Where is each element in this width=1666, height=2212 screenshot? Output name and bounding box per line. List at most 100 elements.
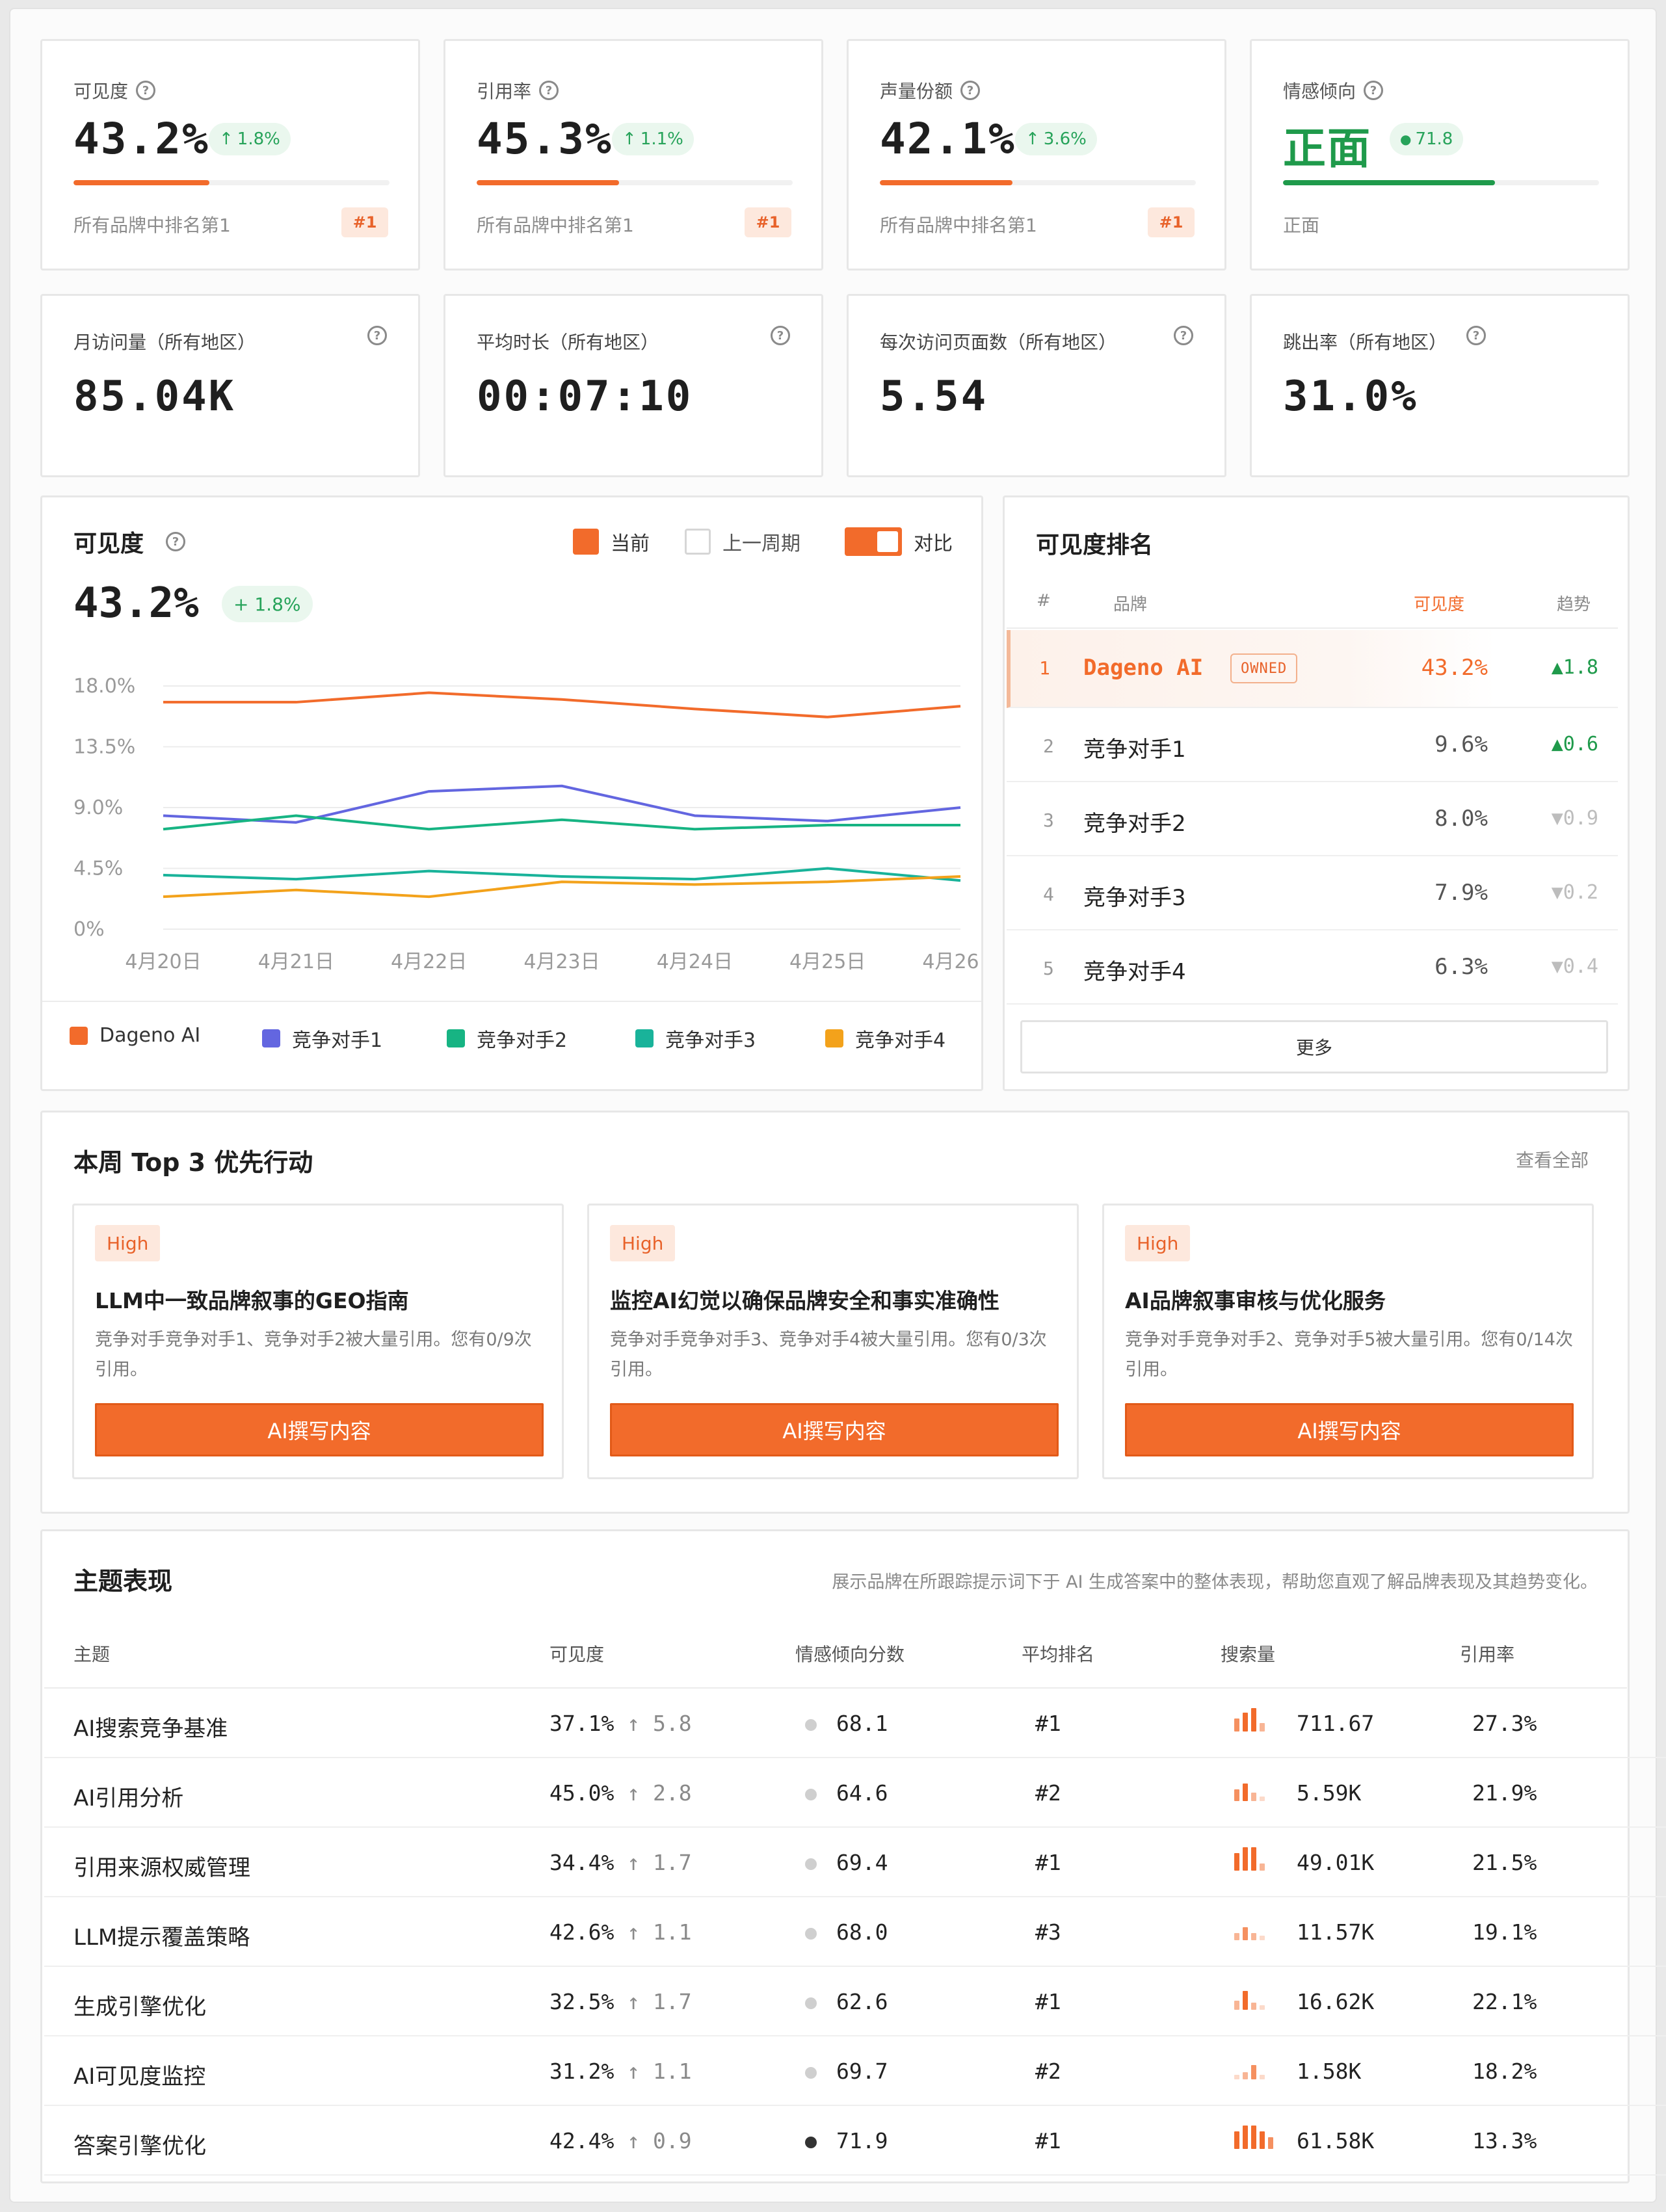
help-icon[interactable]: ? bbox=[1174, 326, 1193, 345]
table-row[interactable]: AI引用分析 45.0% ↑ 2.8 64.6 #2 5.59K 21.9% bbox=[44, 1758, 1666, 1828]
toggle-compare[interactable]: 对比 bbox=[845, 527, 953, 556]
legend-item[interactable]: 竞争对手4 bbox=[825, 1024, 945, 1053]
help-icon[interactable]: ? bbox=[166, 532, 186, 551]
rank-number: 4 bbox=[1043, 884, 1054, 905]
action-card: High 监控AI幻觉以确保品牌安全和事实准确性 竞争对手竞争对手3、竞争对手4… bbox=[587, 1204, 1079, 1479]
search-volume-bars-icon bbox=[1234, 1917, 1265, 1940]
volume-bar bbox=[1243, 1847, 1248, 1871]
legend-item[interactable]: Dageno AI bbox=[70, 1024, 200, 1047]
help-icon[interactable]: ? bbox=[960, 81, 981, 100]
topic-name: LLM提示覆盖策略 bbox=[73, 1925, 250, 1951]
table-row[interactable]: LLM提示覆盖策略 42.6% ↑ 1.1 68.0 #3 11.57K 19.1% bbox=[44, 1897, 1666, 1967]
volume-bar bbox=[1260, 2131, 1265, 2149]
col-avg-rank[interactable]: 平均排名 bbox=[1022, 1640, 1094, 1666]
topic-search-volume: 5.59K bbox=[1297, 1780, 1362, 1806]
volume-bar bbox=[1260, 1797, 1265, 1801]
legend-item[interactable]: 竞争对手2 bbox=[447, 1024, 567, 1053]
legend-swatch bbox=[262, 1029, 280, 1047]
brand-visibility: 9.6% bbox=[1435, 731, 1488, 757]
topic-name: 生成引擎优化 bbox=[73, 1994, 206, 2020]
arrow-up-icon: ↑ bbox=[627, 2128, 641, 2153]
topic-search-volume: 16.62K bbox=[1297, 1989, 1375, 2014]
topic-name: AI引用分析 bbox=[73, 1785, 184, 1811]
help-icon[interactable]: ? bbox=[1364, 81, 1384, 100]
brand-name: 竞争对手2 bbox=[1083, 811, 1186, 837]
kpi-delta-badge: ↑ 1.8% bbox=[209, 123, 291, 155]
help-icon[interactable]: ? bbox=[1466, 326, 1486, 345]
x-tick-label: 4月22日 bbox=[391, 951, 467, 973]
ai-write-content-button[interactable]: AI撰写内容 bbox=[95, 1403, 544, 1456]
col-visibility[interactable]: 可见度 bbox=[549, 1640, 604, 1666]
arrow-up-icon: ↑ bbox=[627, 1850, 641, 1875]
toggle-current[interactable]: 当前 bbox=[573, 527, 650, 556]
brand-name: Dageno AI bbox=[1083, 655, 1204, 681]
help-icon[interactable]: ? bbox=[771, 326, 790, 345]
brand-name: 竞争对手1 bbox=[1083, 737, 1186, 763]
topic-sentiment: 69.4 bbox=[805, 1850, 888, 1875]
search-volume-bars-icon bbox=[1234, 2056, 1265, 2079]
kpi-progress-bar bbox=[73, 180, 390, 185]
owned-badge: OWNED bbox=[1230, 653, 1298, 683]
series-line-3[interactable] bbox=[163, 867, 961, 882]
brand-visibility: 7.9% bbox=[1435, 880, 1488, 906]
kpi-label: 引用率? bbox=[477, 77, 559, 103]
kpi-footnote: 所有品牌中排名第1 bbox=[477, 215, 634, 236]
ranking-row[interactable]: 5 竞争对手4 6.3% ▼0.4 bbox=[1007, 932, 1618, 1005]
table-row[interactable]: AI可见度监控 31.2% ↑ 1.1 69.7 #2 1.58K 18.2% bbox=[44, 2036, 1666, 2106]
sentiment-dot-icon bbox=[805, 2066, 817, 2079]
action-description: 竞争对手竞争对手2、竞争对手5被大量引用。您有0/14次引用。 bbox=[1125, 1330, 1573, 1380]
ai-write-content-button[interactable]: AI撰写内容 bbox=[1125, 1403, 1574, 1456]
ai-write-content-button[interactable]: AI撰写内容 bbox=[610, 1403, 1059, 1456]
volume-bar bbox=[1260, 2005, 1265, 2010]
toggle-previous-period[interactable]: 上一周期 bbox=[685, 527, 800, 556]
table-row[interactable]: AI搜索竞争基准 37.1% ↑ 5.8 68.1 #1 711.67 27.3% bbox=[44, 1689, 1666, 1758]
ranking-row[interactable]: 4 竞争对手3 7.9% ▼0.2 bbox=[1007, 858, 1618, 930]
legend-item[interactable]: 竞争对手1 bbox=[262, 1024, 382, 1053]
col-sentiment[interactable]: 情感倾向分数 bbox=[795, 1640, 905, 1666]
view-all-link[interactable]: 查看全部 bbox=[1516, 1146, 1589, 1172]
x-tick-label: 4月26日 bbox=[922, 951, 979, 973]
topic-search-volume: 1.58K bbox=[1297, 2059, 1362, 2084]
legend-item[interactable]: 竞争对手3 bbox=[635, 1024, 756, 1053]
ranking-header: # 品牌 可见度 趋势 bbox=[1007, 575, 1618, 629]
topic-visibility: 31.2% ↑ 1.1 bbox=[549, 2059, 692, 2084]
table-row[interactable]: 生成引擎优化 32.5% ↑ 1.7 62.6 #1 16.62K 22.1% bbox=[44, 1967, 1666, 2036]
metric-card-bounce-rate: 跳出率（所有地区） ? 31.0% bbox=[1250, 294, 1630, 477]
ranking-row[interactable]: 2 竞争对手1 9.6% ▲0.6 bbox=[1007, 709, 1618, 782]
topic-name: AI搜索竞争基准 bbox=[73, 1716, 228, 1742]
help-icon[interactable]: ? bbox=[367, 326, 387, 345]
search-volume-bars-icon bbox=[1234, 1847, 1265, 1871]
help-icon[interactable]: ? bbox=[539, 81, 559, 100]
topic-sentiment: 71.9 bbox=[805, 2128, 888, 2153]
series-legend: Dageno AI 竞争对手1 竞争对手2 竞争对手3 竞争对手4 bbox=[70, 1024, 967, 1063]
kpi-progress-bar bbox=[477, 180, 793, 185]
help-icon[interactable]: ? bbox=[136, 81, 156, 100]
col-visibility[interactable]: 可见度 bbox=[1414, 591, 1464, 615]
action-card: High AI品牌叙事审核与优化服务 竞争对手竞争对手2、竞争对手5被大量引用。… bbox=[1102, 1204, 1594, 1479]
y-tick-label: 4.5% bbox=[73, 858, 123, 880]
topic-visibility: 32.5% ↑ 1.7 bbox=[549, 1989, 692, 2014]
kpi-delta-badge: ↑ 3.6% bbox=[1015, 123, 1097, 155]
sentiment-dot-icon bbox=[805, 1718, 817, 1731]
series-line-0[interactable] bbox=[163, 691, 961, 718]
brand-visibility: 6.3% bbox=[1435, 954, 1488, 980]
ranking-row[interactable]: 3 竞争对手2 8.0% ▼0.9 bbox=[1007, 783, 1618, 856]
kpi-value: 43.2% bbox=[73, 114, 209, 164]
table-row[interactable]: 引用来源权威管理 34.4% ↑ 1.7 69.4 #1 49.01K 21.5% bbox=[44, 1828, 1666, 1897]
brand-trend: ▲1.8 bbox=[1551, 656, 1598, 679]
col-citation-rate[interactable]: 引用率 bbox=[1460, 1640, 1514, 1666]
ranking-row-owned[interactable]: 1 Dageno AI OWNED 43.2% ▲1.8 bbox=[1007, 630, 1618, 708]
volume-bar bbox=[1268, 2137, 1273, 2149]
sentiment-dot-icon bbox=[805, 1997, 817, 2009]
col-search-volume[interactable]: 搜索量 bbox=[1221, 1640, 1275, 1666]
topic-sentiment: 62.6 bbox=[805, 1989, 888, 2014]
topic-sentiment: 64.6 bbox=[805, 1780, 888, 1806]
topic-citation-rate: 21.5% bbox=[1472, 1850, 1537, 1875]
table-row[interactable]: 答案引擎优化 42.4% ↑ 0.9 71.9 #1 61.58K 13.3% bbox=[44, 2106, 1666, 2176]
brand-visibility: 8.0% bbox=[1435, 806, 1488, 832]
y-tick-label: 18.0% bbox=[73, 675, 135, 698]
action-card: High LLM中一致品牌叙事的GEO指南 竞争对手竞争对手1、竞争对手2被大量… bbox=[72, 1204, 564, 1479]
more-button[interactable]: 更多 bbox=[1020, 1020, 1608, 1073]
topic-search-volume: 11.57K bbox=[1297, 1919, 1375, 1945]
topic-visibility: 37.1% ↑ 5.8 bbox=[549, 1711, 692, 1736]
